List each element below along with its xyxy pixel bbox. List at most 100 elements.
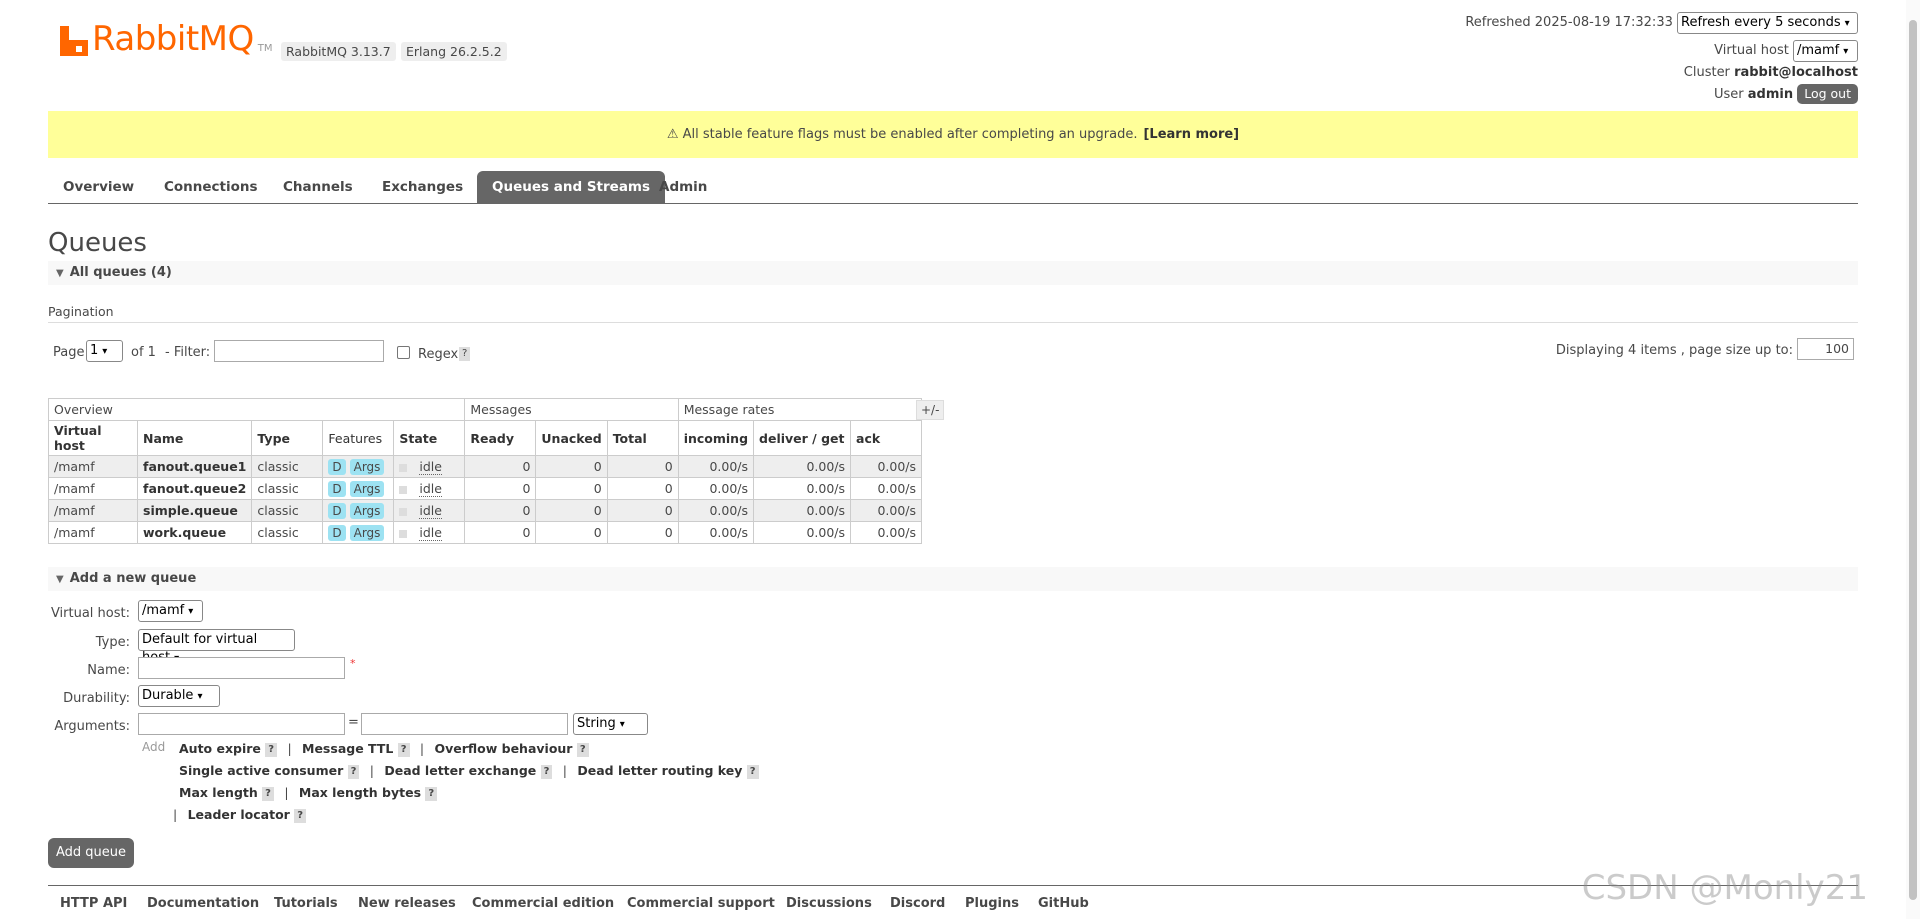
- cell-type: classic: [251, 455, 324, 478]
- message-ttl-link[interactable]: Message TTL: [302, 741, 393, 756]
- queue-link[interactable]: fanout.queue2: [136, 477, 253, 500]
- queue-link[interactable]: simple.queue: [136, 499, 253, 522]
- learn-more-link[interactable]: [Learn more]: [1143, 127, 1239, 142]
- argument-type-select[interactable]: String ▾: [573, 713, 648, 735]
- cell-ready: 0: [464, 477, 537, 500]
- table-row[interactable]: /mamf fanout.queue2 classic D Args idle …: [48, 477, 923, 500]
- col-total[interactable]: Total: [606, 420, 679, 456]
- footer-link-discord[interactable]: Discord: [890, 896, 945, 911]
- auto-expire-help-icon[interactable]: ?: [265, 742, 278, 757]
- cell-total: 0: [606, 455, 679, 478]
- dead-letter-exchange-link[interactable]: Dead letter exchange: [384, 763, 536, 778]
- argument-shortcuts-row-2: Single active consumer ? | Dead letter e…: [179, 763, 759, 779]
- tab-admin[interactable]: Admin: [644, 171, 722, 203]
- tab-queues-and-streams[interactable]: Queues and Streams: [477, 171, 666, 203]
- all-queues-section-toggle[interactable]: ▼ All queues (4): [48, 261, 1858, 285]
- table-row[interactable]: /mamf work.queue classic D Args idle 0 0…: [48, 521, 923, 544]
- auto-expire-link[interactable]: Auto expire: [179, 741, 261, 756]
- table-row[interactable]: /mamf fanout.queue1 classic D Args idle …: [48, 455, 923, 478]
- add-queue-button[interactable]: Add queue: [48, 838, 135, 868]
- rabbitmq-logo[interactable]: RabbitMQ TM: [60, 22, 273, 56]
- state-indicator-icon: [399, 485, 408, 494]
- filter-label: - Filter:: [165, 345, 211, 360]
- col-unacked[interactable]: Unacked: [535, 420, 608, 456]
- page-scrollbar[interactable]: [1906, 0, 1920, 919]
- footer-link-documentation[interactable]: Documentation: [147, 896, 259, 911]
- table-row[interactable]: /mamf simple.queue classic D Args idle 0…: [48, 499, 923, 522]
- logout-button[interactable]: Log out: [1797, 84, 1858, 104]
- leader-locator-help-icon[interactable]: ?: [294, 808, 307, 823]
- footer-link-http-api[interactable]: HTTP API: [60, 896, 127, 911]
- new-queue-vhost-select[interactable]: /mamf ▾: [138, 600, 203, 622]
- regex-checkbox[interactable]: [397, 346, 410, 359]
- overflow-behaviour-link[interactable]: Overflow behaviour: [434, 741, 572, 756]
- single-active-consumer-link[interactable]: Single active consumer: [179, 763, 343, 778]
- col-type[interactable]: Type: [251, 420, 324, 456]
- argument-key-input[interactable]: [138, 713, 345, 735]
- banner-text: ⚠ All stable feature flags must be enabl…: [666, 127, 1138, 142]
- dead-letter-routing-key-link[interactable]: Dead letter routing key: [577, 763, 742, 778]
- refresh-select[interactable]: Refresh every 5 seconds ▾: [1677, 12, 1858, 34]
- argument-shortcuts-row-1: Auto expire ? | Message TTL ? | Overflow…: [179, 741, 589, 757]
- col-deliver-get[interactable]: deliver / get: [753, 420, 852, 456]
- tab-connections[interactable]: Connections: [149, 171, 273, 203]
- max-length-bytes-help-icon[interactable]: ?: [425, 786, 438, 801]
- argument-value-input[interactable]: [361, 713, 568, 735]
- table-group-header: Overview Messages Message rates: [47, 398, 923, 421]
- max-length-help-icon[interactable]: ?: [262, 786, 274, 801]
- separator: |: [369, 763, 374, 778]
- dlx-help-icon[interactable]: ?: [540, 764, 553, 779]
- footer-link-commercial-support[interactable]: Commercial support: [627, 896, 775, 911]
- cell-vhost: /mamf: [48, 499, 138, 522]
- col-name[interactable]: Name: [136, 420, 253, 456]
- group-message-rates: Message rates: [677, 398, 923, 421]
- col-ack[interactable]: ack: [850, 420, 923, 456]
- queue-link[interactable]: fanout.queue1: [136, 455, 253, 478]
- footer-link-tutorials[interactable]: Tutorials: [274, 896, 338, 911]
- state-indicator-icon: [399, 529, 408, 538]
- footer-link-plugins[interactable]: Plugins: [965, 896, 1019, 911]
- footer-link-new-releases[interactable]: New releases: [358, 896, 456, 911]
- footer-link-github[interactable]: GitHub: [1038, 896, 1089, 911]
- required-mark: *: [350, 657, 356, 670]
- queue-link[interactable]: work.queue: [136, 521, 253, 544]
- scrollbar-thumb[interactable]: [1909, 20, 1917, 900]
- columns-toggle-button[interactable]: +/-: [916, 400, 945, 420]
- max-length-bytes-link[interactable]: Max length bytes: [299, 785, 421, 800]
- logo-text: RabbitMQ: [92, 19, 254, 59]
- all-queues-heading: All queues (4): [69, 265, 172, 280]
- tab-overview[interactable]: Overview: [48, 171, 149, 203]
- col-incoming[interactable]: incoming: [677, 420, 755, 456]
- message-ttl-help-icon[interactable]: ?: [397, 742, 410, 757]
- tab-exchanges[interactable]: Exchanges: [367, 171, 478, 203]
- page-label: Page: [53, 345, 85, 360]
- equals-sign: =: [348, 715, 359, 730]
- add-queue-section-toggle[interactable]: ▼ Add a new queue: [48, 567, 1858, 591]
- cell-ready: 0: [464, 521, 537, 544]
- args-tag: Args: [349, 524, 385, 541]
- vhost-select[interactable]: /mamf ▾: [1793, 40, 1858, 62]
- single-active-help-icon[interactable]: ?: [347, 764, 360, 779]
- max-length-link[interactable]: Max length: [179, 785, 258, 800]
- queue-name-input[interactable]: [138, 657, 345, 679]
- regex-help-icon[interactable]: ?: [459, 347, 471, 361]
- leader-locator-link[interactable]: Leader locator: [188, 807, 290, 822]
- triangle-down-icon: ▼: [56, 574, 64, 585]
- filter-input[interactable]: [214, 340, 384, 362]
- page-select[interactable]: 1 ▾: [86, 340, 123, 362]
- erlang-badge: Erlang 26.2.5.2: [401, 42, 507, 61]
- col-virtual-host[interactable]: Virtual host: [48, 420, 138, 456]
- queue-type-select[interactable]: Default for virtual host▾: [138, 629, 295, 665]
- col-ready[interactable]: Ready: [464, 420, 537, 456]
- args-tag: Args: [349, 502, 385, 519]
- footer-link-commercial-edition[interactable]: Commercial edition: [472, 896, 614, 911]
- tab-channels[interactable]: Channels: [268, 171, 368, 203]
- args-tag: Args: [349, 480, 385, 497]
- overflow-help-icon[interactable]: ?: [576, 742, 589, 757]
- dlrk-help-icon[interactable]: ?: [746, 764, 759, 779]
- durability-select[interactable]: Durable ▾: [138, 685, 220, 707]
- col-state[interactable]: State: [393, 420, 466, 456]
- group-messages: Messages: [464, 398, 679, 421]
- footer-link-discussions[interactable]: Discussions: [786, 896, 872, 911]
- page-size-input[interactable]: 100: [1797, 338, 1854, 360]
